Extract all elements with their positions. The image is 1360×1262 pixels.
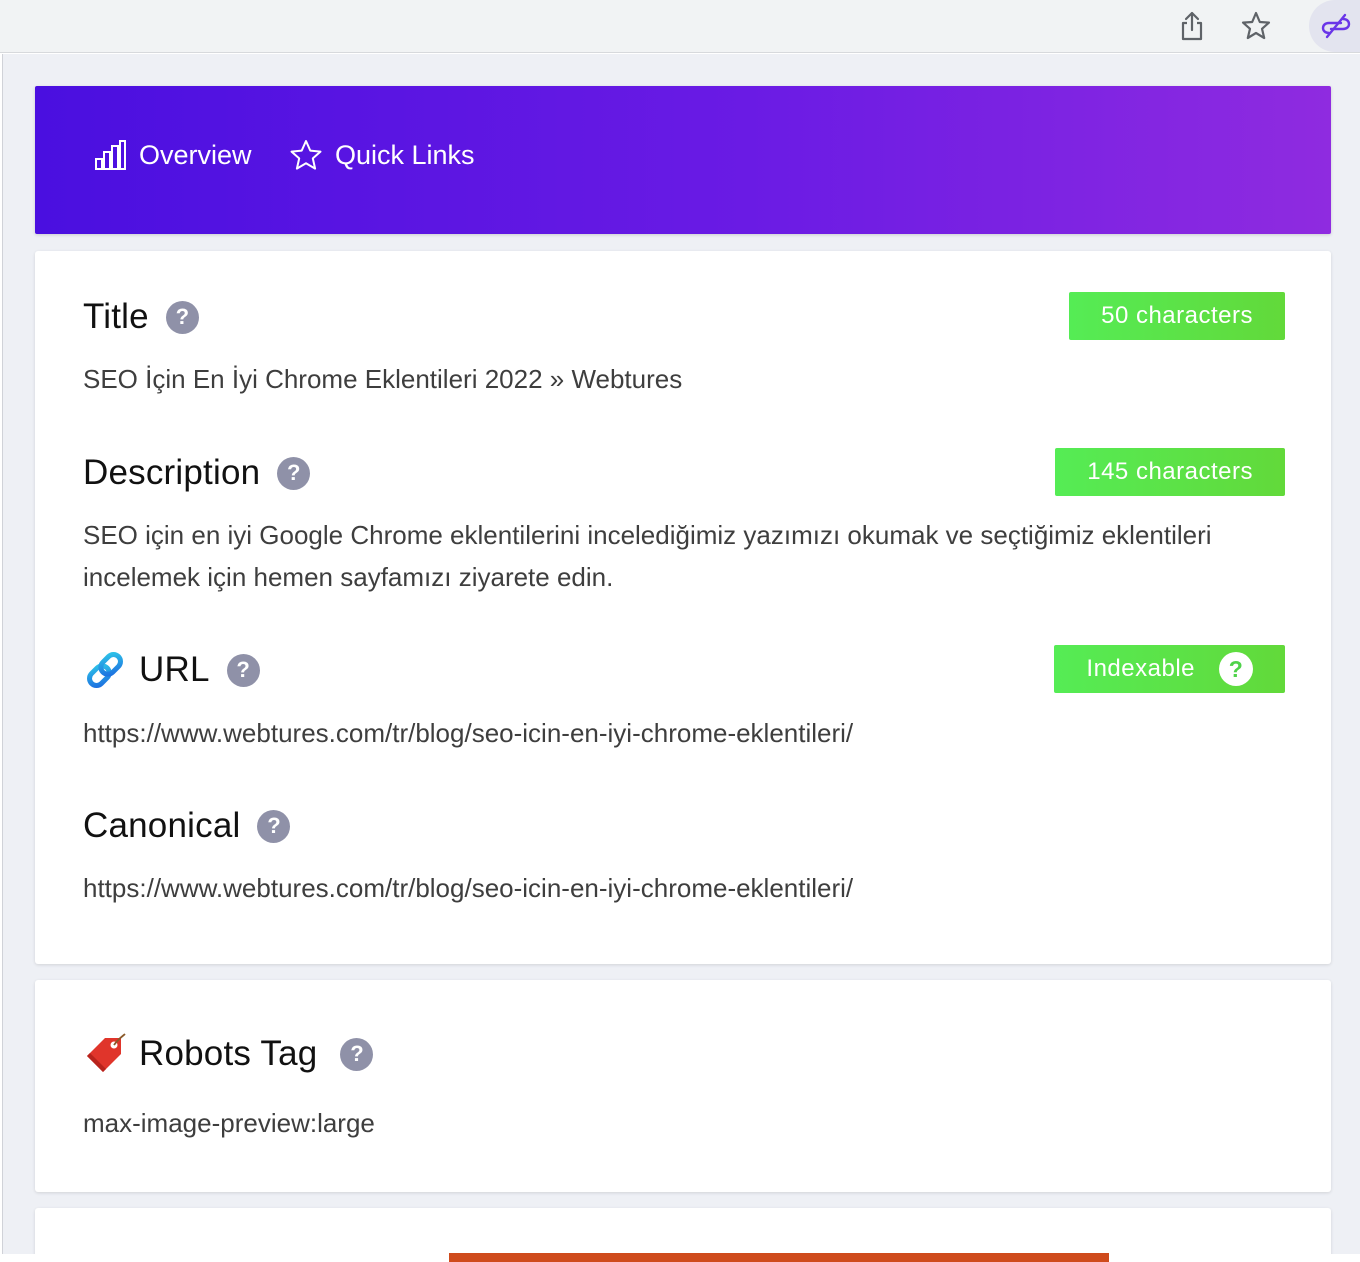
page-background-strip	[449, 1253, 1109, 1262]
title-help-icon[interactable]: ?	[165, 300, 199, 334]
star-icon[interactable]	[1234, 4, 1278, 48]
url-label: URL	[139, 650, 210, 689]
description-length-badge: 145 characters	[1055, 448, 1285, 496]
tab-quick-links[interactable]: Quick Links	[289, 135, 475, 175]
tag-icon	[87, 1033, 126, 1072]
robots-tag-card: Robots Tag ? max-image-preview:large	[35, 980, 1331, 1192]
robots-value: max-image-preview:large	[83, 1108, 375, 1138]
indexable-badge: Indexable ?	[1054, 645, 1285, 693]
title-heading-row: Title ?	[83, 295, 199, 339]
tab-overview-label: Overview	[139, 139, 252, 170]
robots-heading-row: Robots Tag ?	[83, 1032, 374, 1076]
indexable-help-icon[interactable]: ?	[1219, 652, 1253, 686]
robots-help-icon[interactable]: ?	[340, 1037, 374, 1071]
title-label: Title	[83, 297, 149, 336]
top-navbar: Overview Quick Links	[35, 86, 1331, 234]
url-help-icon[interactable]: ?	[226, 653, 260, 687]
tab-overview[interactable]: Overview	[93, 135, 252, 175]
robots-label: Robots Tag	[139, 1034, 318, 1073]
seo-extension-icon[interactable]	[1309, 0, 1360, 52]
description-label: Description	[83, 453, 261, 492]
description-heading-row: Description ?	[83, 451, 311, 495]
title-length-badge: 50 characters	[1069, 292, 1285, 340]
tab-quick-links-label: Quick Links	[335, 139, 475, 170]
description-value: SEO için en iyi Google Chrome eklentiler…	[83, 520, 1212, 592]
extension-popup: Overview Quick Links Title ? 50 characte…	[2, 54, 1360, 1254]
canonical-label: Canonical	[83, 806, 241, 845]
description-length-text: 145 characters	[1087, 458, 1253, 485]
indexable-text: Indexable	[1086, 655, 1195, 682]
next-card	[35, 1208, 1331, 1254]
star-outline-icon	[290, 140, 322, 170]
browser-toolbar	[0, 0, 1360, 53]
title-length-text: 50 characters	[1101, 302, 1253, 329]
canonical-help-icon[interactable]: ?	[257, 809, 291, 843]
canonical-value: https://www.webtures.com/tr/blog/seo-ici…	[83, 873, 854, 903]
description-help-icon[interactable]: ?	[277, 456, 311, 490]
url-heading-row: URL ?	[83, 648, 260, 692]
link-icon	[87, 652, 123, 688]
share-icon[interactable]	[1170, 4, 1214, 48]
url-value: https://www.webtures.com/tr/blog/seo-ici…	[83, 718, 854, 748]
meta-info-card: Title ? 50 characters SEO İçin En İyi Ch…	[35, 251, 1331, 964]
title-value: SEO İçin En İyi Chrome Eklentileri 2022 …	[83, 364, 683, 394]
canonical-heading-row: Canonical ?	[83, 804, 291, 848]
bar-chart-icon	[95, 140, 126, 170]
